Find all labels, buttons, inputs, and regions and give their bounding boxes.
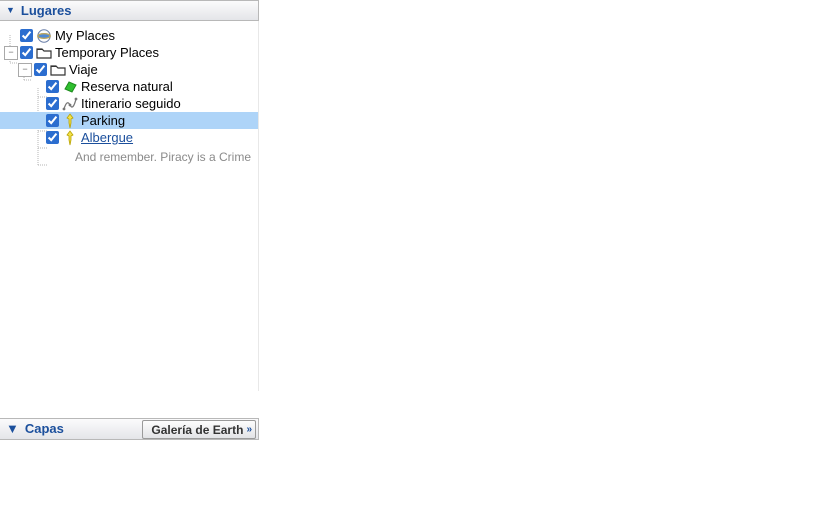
checkbox-temporary-places[interactable] — [20, 46, 33, 59]
tree-toggle-placeholder — [4, 29, 18, 43]
places-panel-title: Lugares — [21, 0, 72, 21]
label-albergue[interactable]: Albergue — [81, 130, 133, 145]
folder-icon — [36, 45, 52, 61]
label-itinerario: Itinerario seguido — [81, 96, 181, 111]
folder-icon — [50, 62, 66, 78]
tree-row-itinerario[interactable]: Itinerario seguido — [0, 95, 259, 112]
label-temporary-places: Temporary Places — [55, 45, 159, 60]
pushpin-icon — [62, 113, 78, 129]
path-icon — [62, 96, 78, 112]
tree-collapse-icon[interactable]: − — [4, 46, 18, 60]
panel-divider — [258, 21, 259, 391]
earth-gallery-button[interactable]: Galería de Earth » — [142, 420, 256, 439]
globe-icon — [36, 28, 52, 44]
checkbox-reserva[interactable] — [46, 80, 59, 93]
label-my-places: My Places — [55, 28, 115, 43]
places-tree: My Places − Temporary Places − Viaje — [0, 21, 259, 391]
tree-row-parking[interactable]: Parking — [0, 112, 259, 129]
disclosure-down-icon: ▼ — [6, 418, 19, 440]
checkbox-itinerario[interactable] — [46, 97, 59, 110]
layers-panel-title: Capas — [25, 418, 64, 440]
tree-row-reserva[interactable]: Reserva natural — [0, 78, 259, 95]
polygon-icon — [62, 79, 78, 95]
tree-row-temporary-places[interactable]: − Temporary Places — [0, 44, 259, 61]
layers-panel-header[interactable]: ▼ Capas Galería de Earth » — [0, 418, 259, 440]
disclosure-down-icon: ▼ — [6, 0, 15, 21]
tree-row-my-places[interactable]: My Places — [0, 27, 259, 44]
tree-row-albergue[interactable]: Albergue — [0, 129, 259, 146]
checkbox-albergue[interactable] — [46, 131, 59, 144]
footer-message: And remember. Piracy is a Crime — [0, 146, 259, 164]
earth-gallery-label: Galería de Earth — [151, 419, 243, 441]
tree-row-viaje[interactable]: − Viaje — [0, 61, 259, 78]
tree-collapse-icon[interactable]: − — [18, 63, 32, 77]
label-parking: Parking — [81, 113, 125, 128]
places-panel-header[interactable]: ▼ Lugares — [0, 0, 259, 21]
label-reserva: Reserva natural — [81, 79, 173, 94]
checkbox-viaje[interactable] — [34, 63, 47, 76]
places-sidebar: ▼ Lugares My Places — [0, 0, 259, 391]
layers-panel: ▼ Capas Galería de Earth » — [0, 418, 259, 440]
pushpin-icon — [62, 130, 78, 146]
checkbox-parking[interactable] — [46, 114, 59, 127]
label-viaje: Viaje — [69, 62, 98, 77]
checkbox-my-places[interactable] — [20, 29, 33, 42]
chevrons-right-icon: » — [246, 419, 249, 441]
